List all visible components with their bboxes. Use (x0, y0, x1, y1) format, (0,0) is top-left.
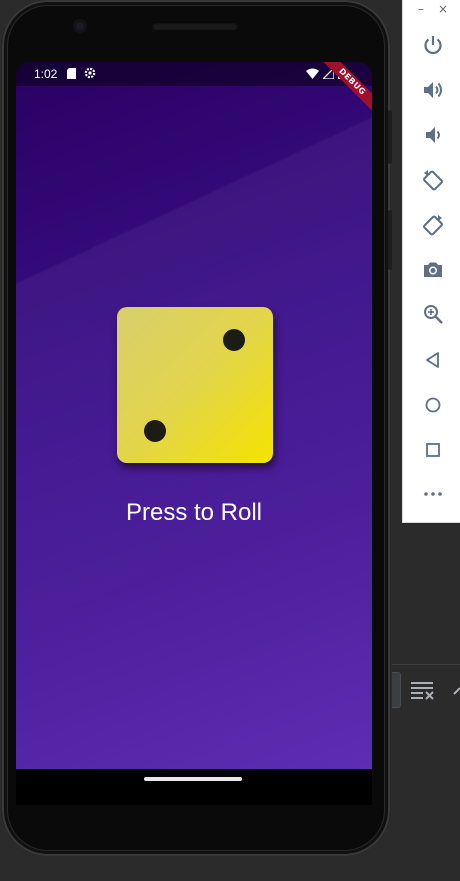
navigation-bar (16, 769, 372, 805)
rotate-left-button[interactable] (422, 169, 444, 191)
camera-icon (424, 262, 442, 277)
status-bar: 1:02 (16, 62, 372, 86)
zoom-button[interactable] (422, 303, 444, 325)
rotate-right-button[interactable] (422, 214, 444, 236)
dice-button[interactable] (117, 307, 273, 463)
status-time: 1:02 (34, 67, 58, 81)
minimize-button[interactable]: – (414, 2, 428, 16)
close-button[interactable]: × (436, 2, 450, 16)
more-button[interactable] (422, 483, 444, 505)
power-button[interactable] (422, 34, 444, 56)
overview-button[interactable] (422, 439, 444, 461)
ide-panel-tab[interactable] (392, 672, 401, 708)
back-button[interactable] (422, 349, 444, 371)
emulator-toolbar: – × (402, 0, 460, 523)
phone-frame: 1:02 DEBUG Press to Roll (2, 0, 392, 856)
chevron-up-icon[interactable] (448, 680, 460, 700)
rotate-left-icon (423, 170, 443, 191)
sd-card-icon (67, 68, 76, 79)
home-circle-icon (425, 397, 441, 413)
screenshot-button[interactable] (422, 259, 444, 281)
phone-volume-button (388, 210, 392, 270)
back-triangle-icon (426, 352, 439, 368)
volume-down-button[interactable] (422, 124, 444, 146)
earpiece-speaker (152, 22, 238, 30)
front-camera (73, 19, 87, 33)
clear-list-icon[interactable] (408, 678, 436, 702)
rotate-right-icon (423, 215, 443, 236)
dice-pip (144, 420, 166, 442)
more-dots-icon (424, 492, 442, 496)
zoom-icon (424, 305, 443, 324)
wifi-icon (306, 68, 319, 79)
dice-pip (223, 329, 245, 351)
power-icon (424, 36, 442, 55)
phone-power-button (388, 110, 392, 164)
home-button[interactable] (422, 394, 444, 416)
home-gesture-pill[interactable] (144, 777, 242, 781)
volume-up-button[interactable] (422, 79, 444, 101)
gear-icon (84, 67, 96, 79)
volume-down-icon (426, 127, 440, 143)
emulator-stage: 1:02 DEBUG Press to Roll – × (0, 0, 460, 881)
overview-square-icon (426, 443, 440, 457)
phone-screen: 1:02 DEBUG Press to Roll (16, 62, 372, 769)
press-to-roll-label: Press to Roll (125, 499, 263, 526)
volume-up-icon (424, 82, 442, 98)
